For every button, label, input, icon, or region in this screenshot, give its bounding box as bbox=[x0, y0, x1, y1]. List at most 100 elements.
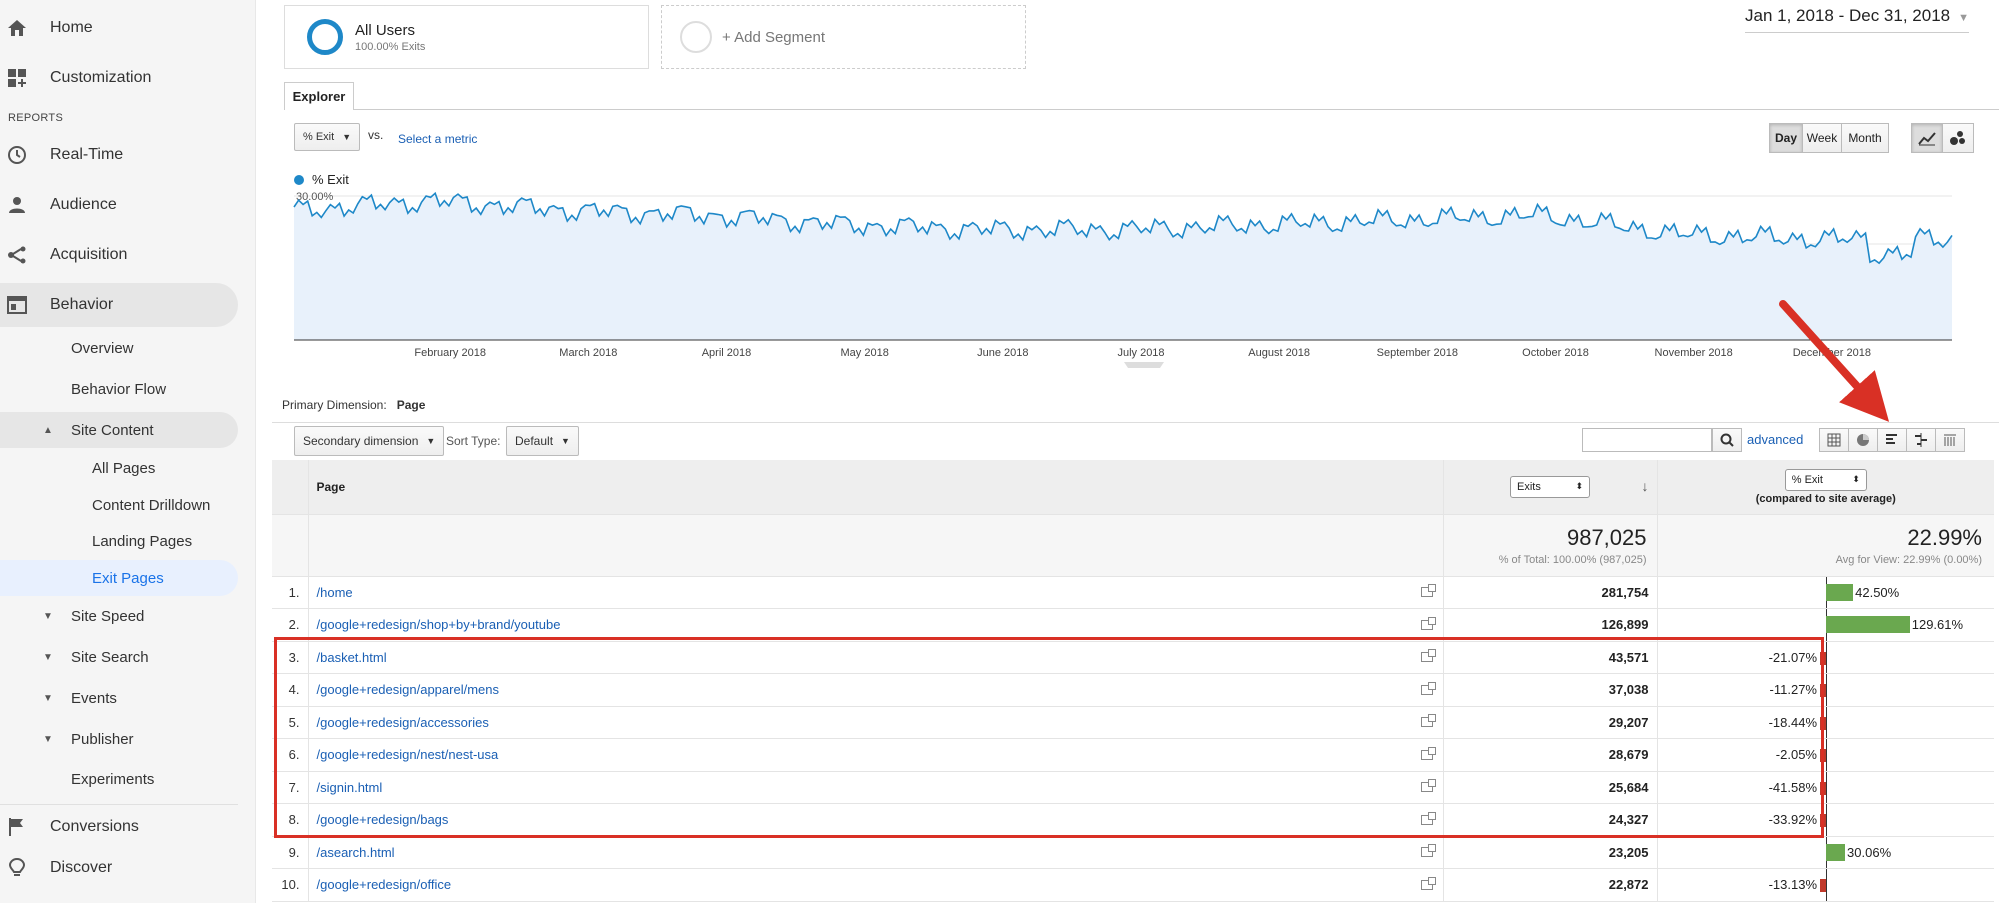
month-button[interactable]: Month bbox=[1841, 123, 1889, 153]
nav-acquisition-label: Acquisition bbox=[50, 246, 128, 263]
open-in-new-icon[interactable] bbox=[1420, 779, 1436, 793]
open-in-new-icon[interactable] bbox=[1420, 746, 1436, 760]
nav-behavior-flow[interactable]: Behavior Flow bbox=[0, 371, 238, 407]
pivot-view-button[interactable] bbox=[1935, 428, 1965, 452]
sort-type-dropdown[interactable]: Default ▼ bbox=[506, 426, 579, 456]
nav-conversions[interactable]: Conversions bbox=[0, 804, 238, 848]
table-row[interactable]: 7. /signin.html 25,684 -41.58% bbox=[272, 771, 1994, 804]
performance-view-button[interactable] bbox=[1877, 428, 1907, 452]
comparison-value: -21.07% bbox=[1768, 649, 1817, 665]
col-header-page[interactable]: Page bbox=[308, 460, 1444, 515]
open-in-new-icon[interactable] bbox=[1420, 844, 1436, 858]
sidebar: Home Customization REPORTS Real-Time Aud… bbox=[0, 0, 256, 903]
page-link[interactable]: /google+redesign/nest/nest-usa bbox=[317, 747, 499, 762]
line-chart-button[interactable] bbox=[1911, 123, 1943, 153]
table-row[interactable]: 3. /basket.html 43,571 -21.07% bbox=[272, 641, 1994, 674]
col-header-exits[interactable]: Exits ⬍ ↓ bbox=[1443, 460, 1658, 515]
nav-site-speed[interactable]: ▼ Site Speed bbox=[0, 598, 238, 634]
nav-behavior[interactable]: Behavior bbox=[0, 283, 238, 327]
nav-home-label: Home bbox=[50, 19, 93, 36]
page-cell: /signin.html bbox=[308, 771, 1444, 804]
date-range-picker[interactable]: Jan 1, 2018 - Dec 31, 2018 ▼ bbox=[1745, 6, 1969, 33]
caret-down-icon: ▼ bbox=[43, 651, 53, 663]
comparison-cell: -21.07% bbox=[1657, 641, 1994, 674]
table-row[interactable]: 1. /home 281,754 42.50% bbox=[272, 576, 1994, 609]
table-search-button[interactable] bbox=[1712, 428, 1742, 452]
bar-list-icon bbox=[1886, 434, 1897, 444]
open-in-new-icon[interactable] bbox=[1420, 584, 1436, 598]
tab-divider bbox=[284, 109, 1999, 110]
exits-cell: 23,205 bbox=[1443, 836, 1658, 869]
open-in-new-icon[interactable] bbox=[1420, 811, 1436, 825]
open-in-new-icon[interactable] bbox=[1420, 649, 1436, 663]
open-in-new-icon[interactable] bbox=[1420, 714, 1436, 728]
primary-dimension-value[interactable]: Page bbox=[397, 398, 426, 412]
open-in-new-icon[interactable] bbox=[1420, 876, 1436, 890]
table-row[interactable]: 10. /google+redesign/office 22,872 -13.13% bbox=[272, 868, 1994, 902]
comparison-value: -41.58% bbox=[1768, 779, 1817, 795]
nav-all-pages[interactable]: All Pages bbox=[0, 450, 238, 486]
page-cell: /google+redesign/accessories bbox=[308, 706, 1444, 739]
nav-real-time[interactable]: Real-Time bbox=[0, 133, 238, 177]
page-link[interactable]: /asearch.html bbox=[317, 845, 395, 860]
advanced-filter-link[interactable]: advanced bbox=[1747, 432, 1803, 447]
open-in-new-icon[interactable] bbox=[1420, 616, 1436, 630]
nav-acquisition[interactable]: Acquisition bbox=[0, 233, 238, 277]
comparison-cell: -11.27% bbox=[1657, 673, 1994, 707]
tab-explorer[interactable]: Explorer bbox=[284, 82, 354, 110]
comparison-icon bbox=[1915, 433, 1927, 447]
table-row[interactable]: 2. /google+redesign/shop+by+brand/youtube… bbox=[272, 608, 1994, 642]
nav-customization[interactable]: Customization bbox=[0, 56, 238, 100]
segment-all-users[interactable]: All Users 100.00% Exits bbox=[284, 5, 649, 69]
line-chart-icon bbox=[1918, 132, 1936, 146]
table-search-input[interactable] bbox=[1582, 428, 1712, 452]
chart-collapse-handle[interactable] bbox=[1124, 362, 1164, 368]
comparison-cell: 42.50% bbox=[1657, 576, 1994, 609]
nav-publisher[interactable]: ▼ Publisher bbox=[0, 721, 238, 757]
sort-descending-icon[interactable]: ↓ bbox=[1642, 478, 1649, 494]
table-row[interactable]: 9. /asearch.html 23,205 30.06% bbox=[272, 836, 1994, 869]
table-row[interactable]: 5. /google+redesign/accessories 29,207 -18.… bbox=[272, 706, 1994, 739]
nav-events[interactable]: ▼ Events bbox=[0, 680, 238, 716]
nav-audience[interactable]: Audience bbox=[0, 183, 238, 227]
nav-real-time-label: Real-Time bbox=[50, 146, 124, 163]
x-tick-label: May 2018 bbox=[841, 347, 889, 359]
page-link[interactable]: /home bbox=[317, 585, 353, 600]
chevron-down-icon: ▼ bbox=[1958, 12, 1969, 24]
exits-metric-select[interactable]: Exits ⬍ bbox=[1510, 475, 1590, 498]
page-link[interactable]: /google+redesign/accessories bbox=[317, 715, 489, 730]
exits-cell: 25,684 bbox=[1443, 771, 1658, 804]
data-table-view-button[interactable] bbox=[1819, 428, 1849, 452]
motion-chart-button[interactable] bbox=[1942, 123, 1974, 153]
table-row[interactable]: 4. /google+redesign/apparel/mens 37,038 -11… bbox=[272, 673, 1994, 707]
granularity-buttons: Day Week Month bbox=[1769, 123, 1889, 153]
nav-experiments[interactable]: Experiments bbox=[0, 761, 238, 797]
page-link[interactable]: /google+redesign/apparel/mens bbox=[317, 682, 500, 697]
nav-exit-pages[interactable]: Exit Pages bbox=[0, 560, 238, 596]
open-in-new-icon[interactable] bbox=[1420, 681, 1436, 695]
week-button[interactable]: Week bbox=[1802, 123, 1842, 153]
page-link[interactable]: /basket.html bbox=[317, 650, 387, 665]
nav-site-search[interactable]: ▼ Site Search bbox=[0, 639, 238, 675]
page-link[interactable]: /google+redesign/shop+by+brand/youtube bbox=[317, 617, 561, 632]
page-link[interactable]: /google+redesign/bags bbox=[317, 812, 449, 827]
nav-landing-pages[interactable]: Landing Pages bbox=[0, 523, 238, 559]
nav-site-content[interactable]: ▲ Site Content bbox=[0, 412, 238, 448]
nav-home[interactable]: Home bbox=[0, 6, 238, 50]
comparison-view-button[interactable] bbox=[1906, 428, 1936, 452]
nav-site-speed-label: Site Speed bbox=[71, 607, 145, 625]
percentage-view-button[interactable] bbox=[1848, 428, 1878, 452]
nav-discover[interactable]: Discover bbox=[0, 846, 238, 890]
table-row[interactable]: 8. /google+redesign/bags 24,327 -33.92% bbox=[272, 803, 1994, 837]
page-link[interactable]: /signin.html bbox=[317, 780, 383, 795]
secondary-dimension-dropdown[interactable]: Secondary dimension ▼ bbox=[294, 426, 445, 456]
page-link[interactable]: /google+redesign/office bbox=[317, 877, 452, 892]
comparison-metric-select[interactable]: % Exit ⬍ bbox=[1784, 468, 1867, 491]
table-row[interactable]: 6. /google+redesign/nest/nest-usa 28,679 -2… bbox=[272, 738, 1994, 772]
add-segment-button[interactable]: + Add Segment bbox=[661, 5, 1026, 69]
metric-dropdown[interactable]: % Exit ▼ bbox=[294, 123, 361, 151]
nav-content-drilldown[interactable]: Content Drilldown bbox=[0, 487, 238, 523]
select-metric-link[interactable]: Select a metric bbox=[398, 132, 477, 146]
nav-behavior-overview[interactable]: Overview bbox=[0, 330, 238, 366]
day-button[interactable]: Day bbox=[1769, 123, 1803, 153]
